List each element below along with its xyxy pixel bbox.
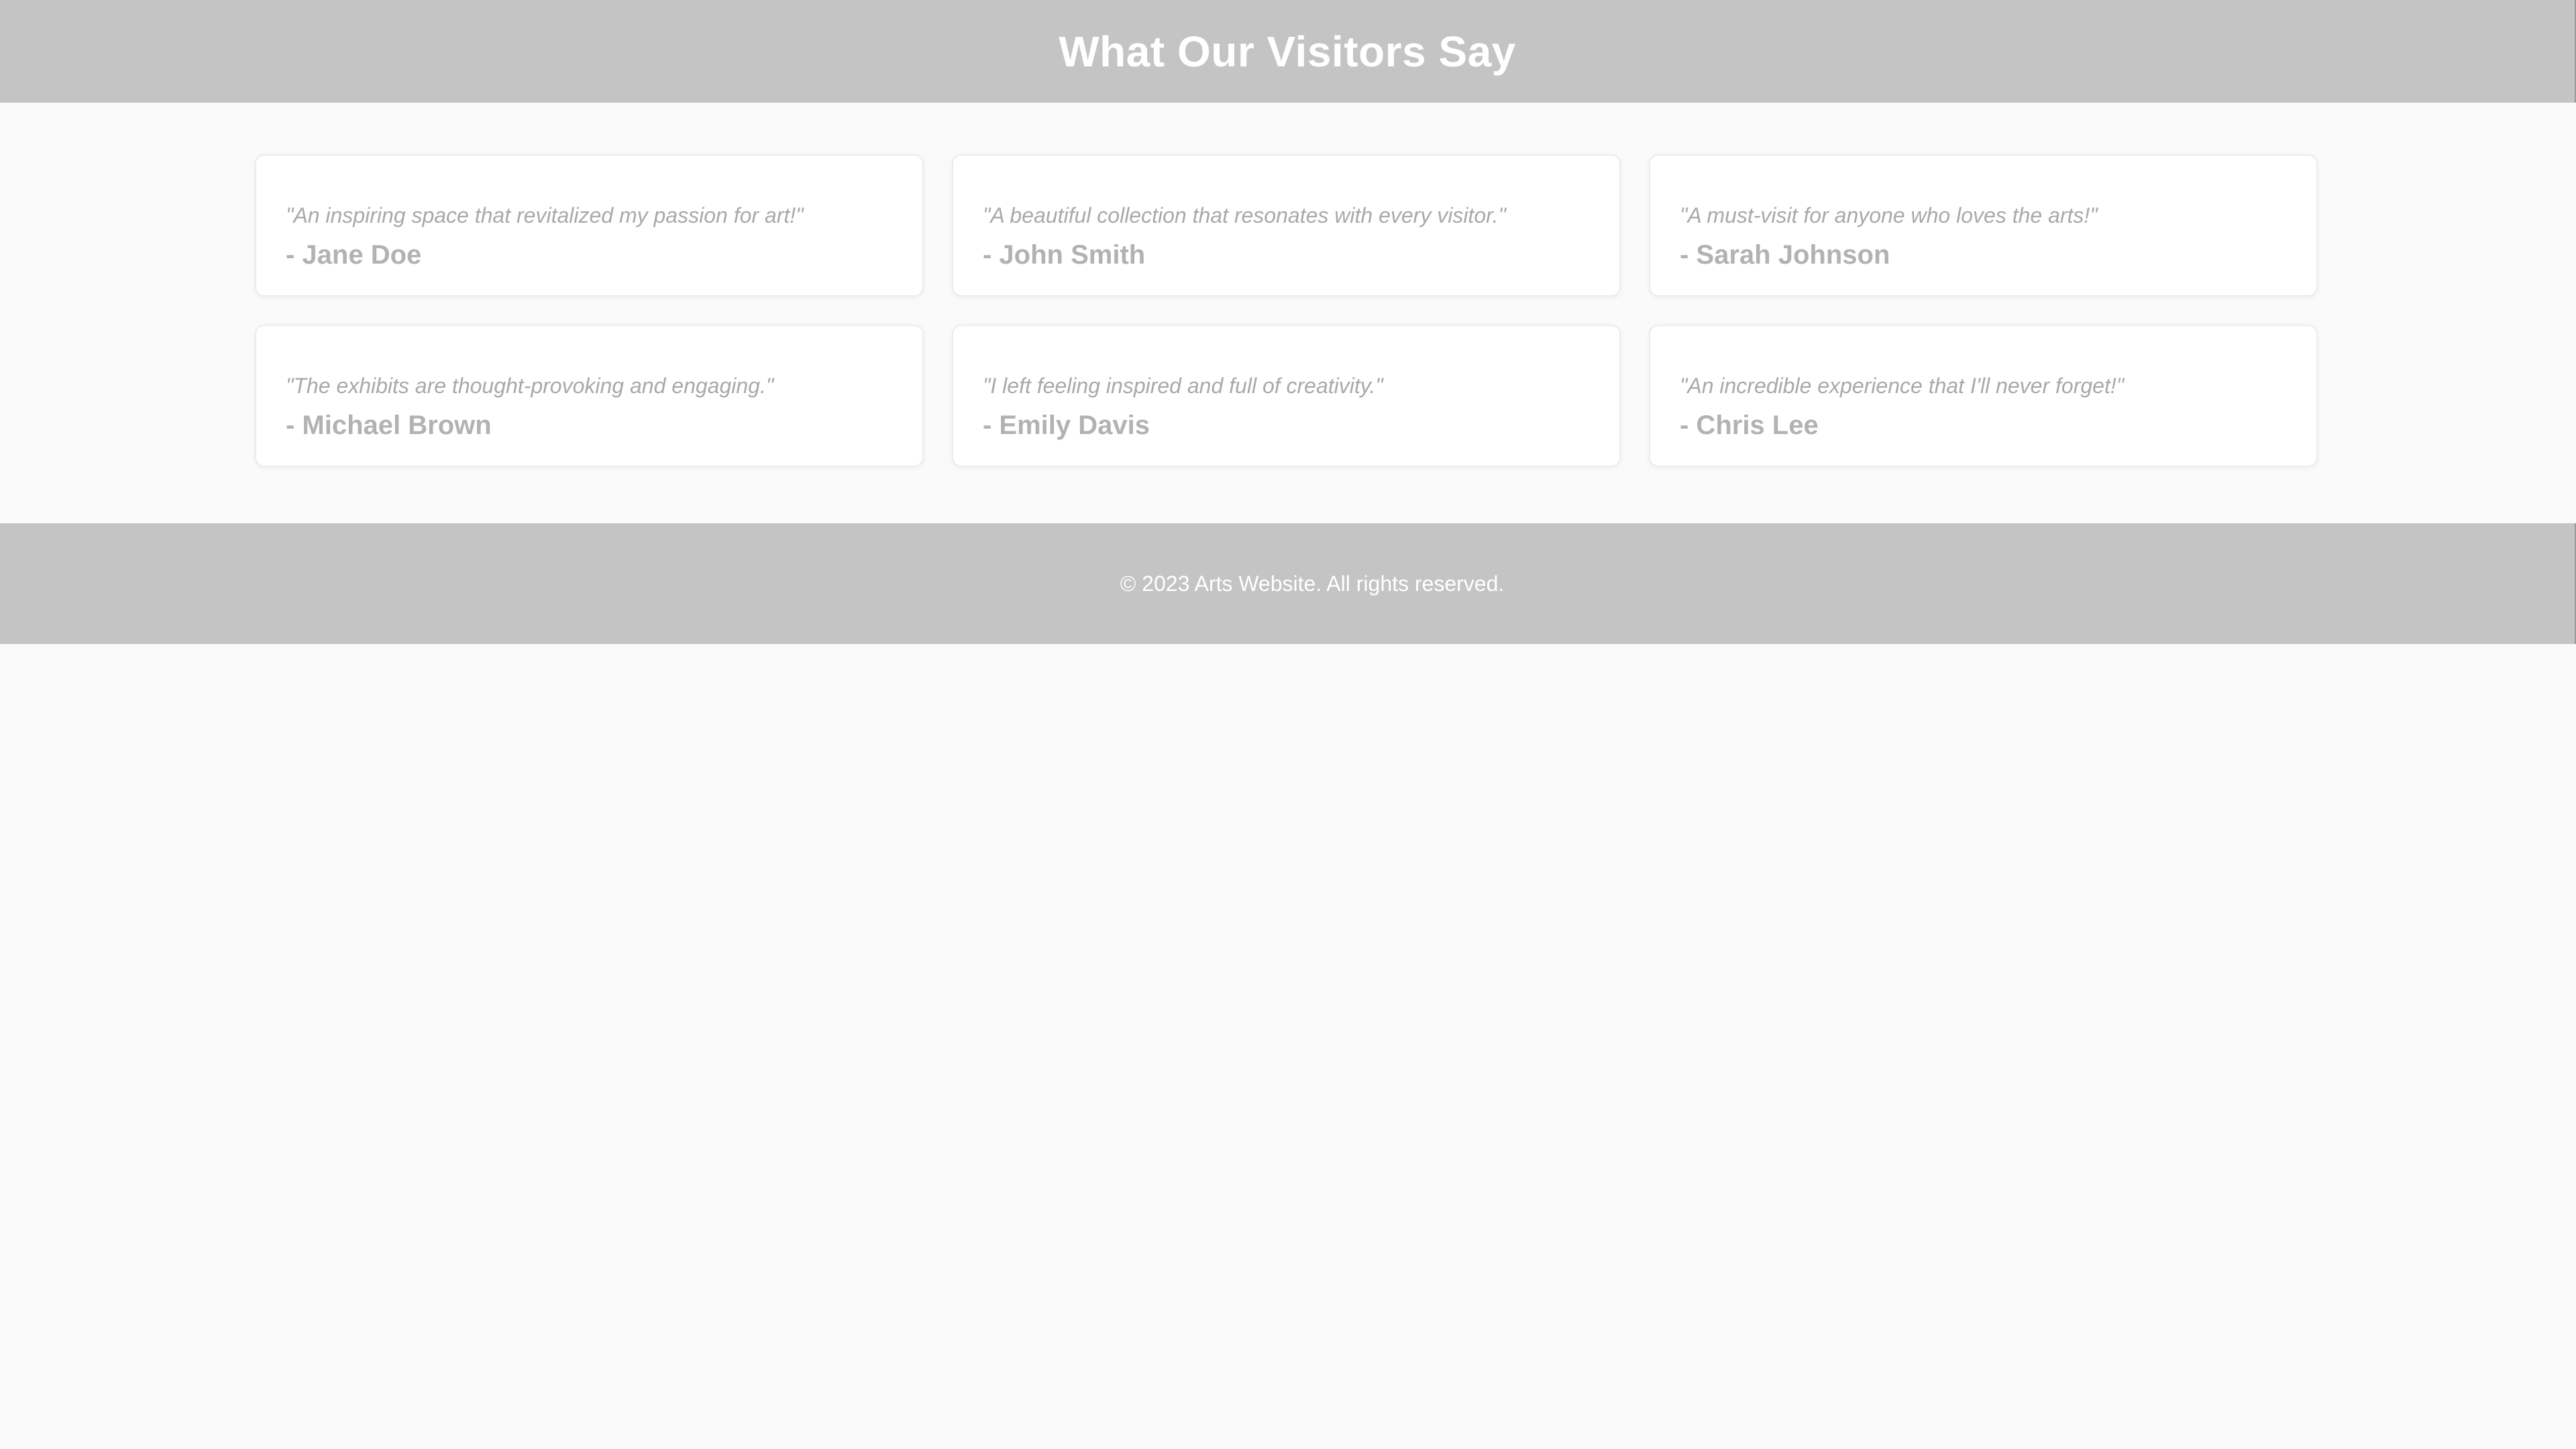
testimonial-card: "The exhibits are thought-provoking and … xyxy=(255,325,924,467)
testimonials-grid: "An inspiring space that revitalized my … xyxy=(255,154,2318,467)
testimonial-quote: "A must-visit for anyone who loves the a… xyxy=(1680,203,2098,227)
testimonial-author: - John Smith xyxy=(983,240,1146,270)
testimonial-card: "An incredible experience that I'll neve… xyxy=(1649,325,2318,467)
testimonial-card: "I left feeling inspired and full of cre… xyxy=(952,325,1621,467)
testimonial-quote: "A beautiful collection that resonates w… xyxy=(983,203,1506,227)
testimonial-quote: "An inspiring space that revitalized my … xyxy=(286,203,804,227)
copyright-text: © 2023 Arts Website. All rights reserved… xyxy=(1120,571,1505,596)
testimonial-card: "An inspiring space that revitalized my … xyxy=(255,154,924,297)
testimonial-quote: "I left feeling inspired and full of cre… xyxy=(983,374,1383,398)
testimonial-author: - Michael Brown xyxy=(286,411,492,441)
testimonial-author: - Emily Davis xyxy=(983,411,1150,441)
testimonial-author: - Chris Lee xyxy=(1680,411,1819,441)
testimonial-quote: "An incredible experience that I'll neve… xyxy=(1680,374,2125,398)
page-title: What Our Visitors Say xyxy=(1059,27,1516,76)
page-footer: © 2023 Arts Website. All rights reserved… xyxy=(0,523,2576,644)
testimonial-author: - Jane Doe xyxy=(286,240,422,270)
testimonial-card: "A beautiful collection that resonates w… xyxy=(952,154,1621,297)
testimonial-card: "A must-visit for anyone who loves the a… xyxy=(1649,154,2318,297)
testimonial-author: - Sarah Johnson xyxy=(1680,240,1890,270)
testimonial-quote: "The exhibits are thought-provoking and … xyxy=(286,374,774,398)
page-header: What Our Visitors Say xyxy=(0,0,2576,103)
